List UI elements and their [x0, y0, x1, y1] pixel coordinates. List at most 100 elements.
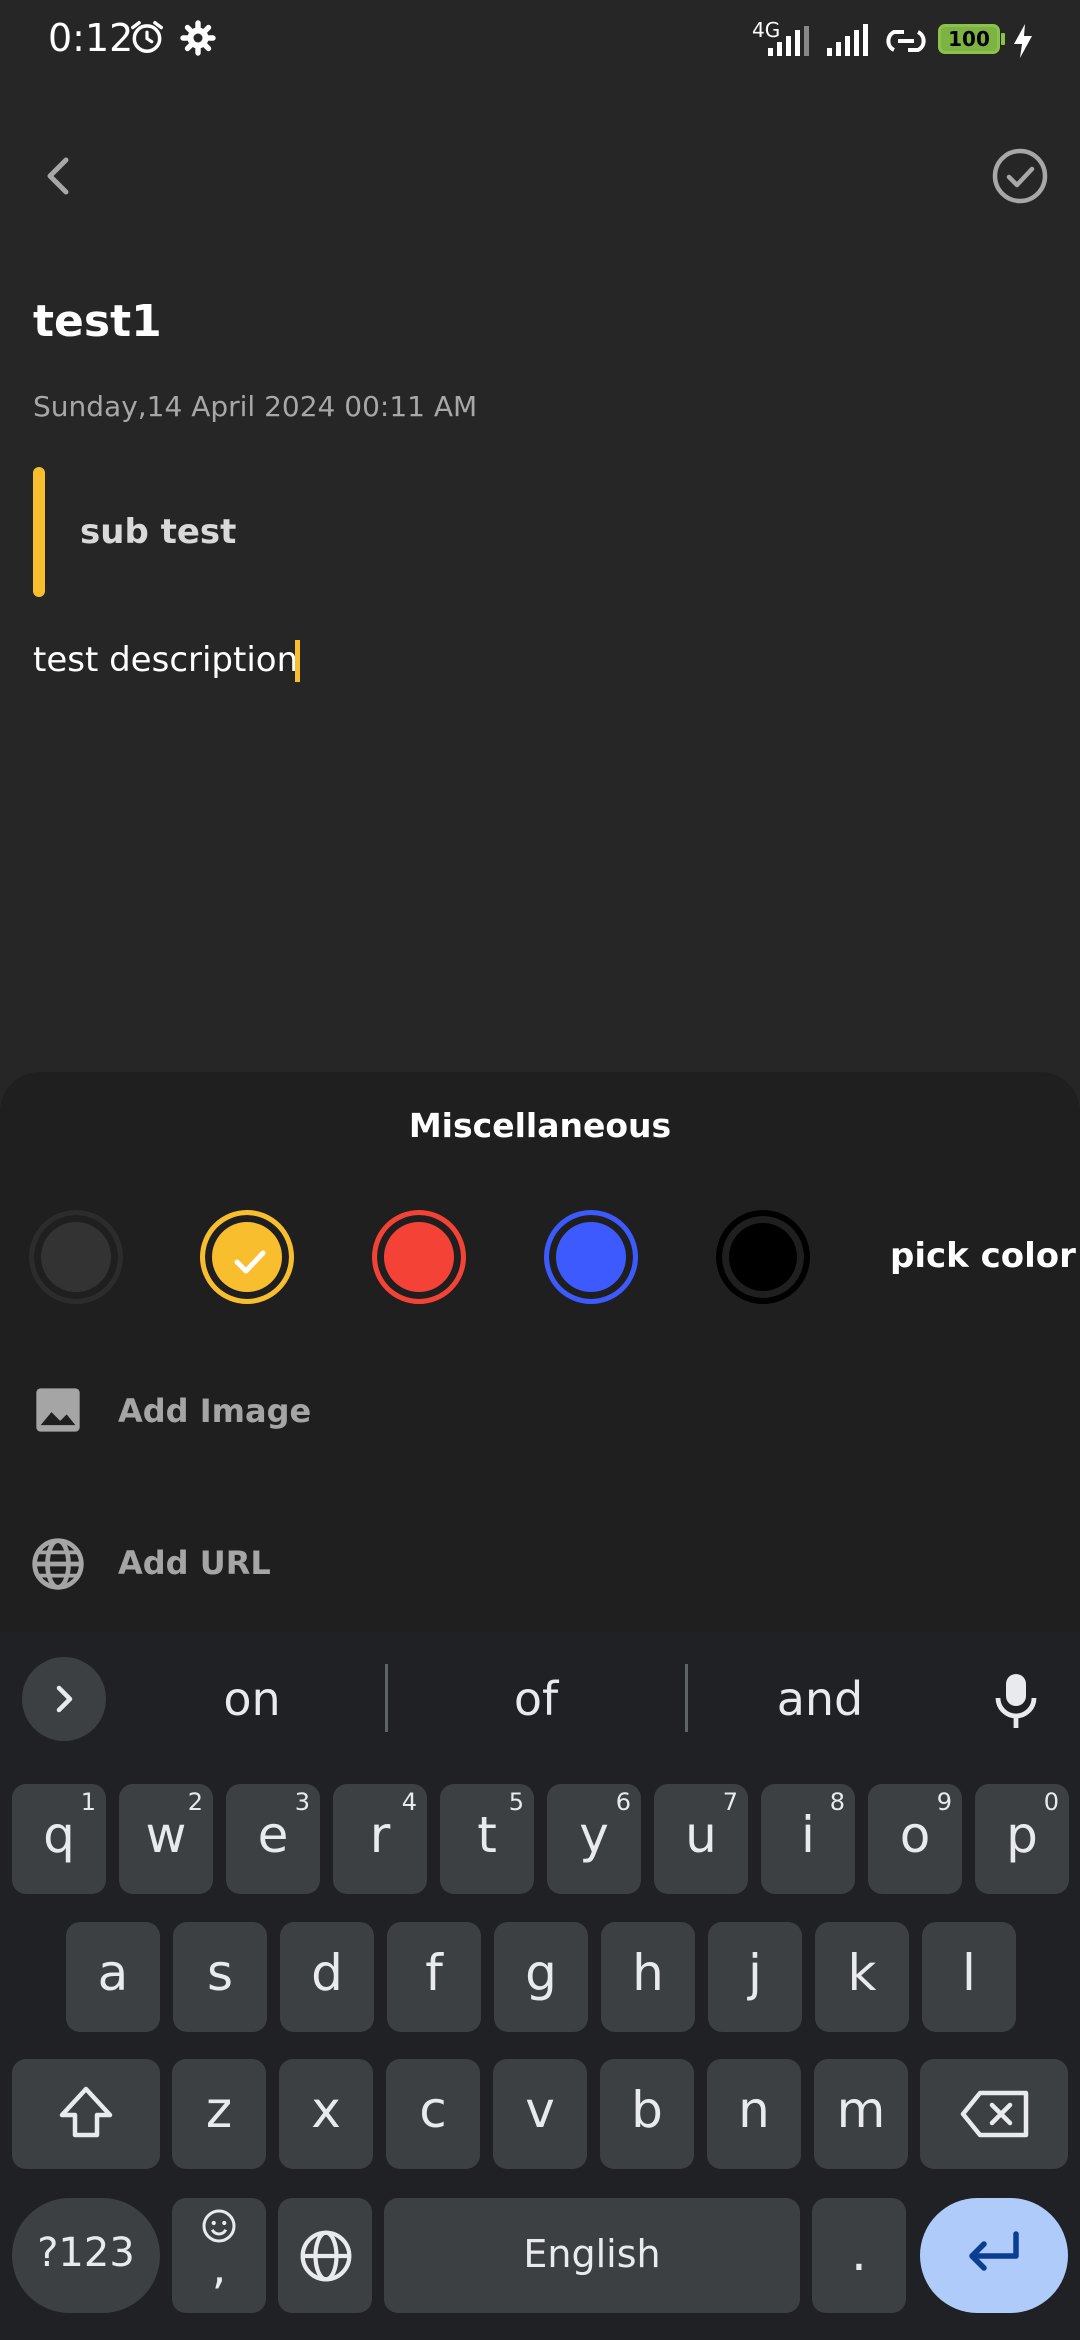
- symbols-key[interactable]: ?123: [12, 2198, 160, 2313]
- suggestion-2[interactable]: of: [436, 1672, 636, 1726]
- globe-url-icon: [32, 1538, 84, 1590]
- pick-color-button[interactable]: pick color: [890, 1236, 1076, 1276]
- key-i[interactable]: i8: [761, 1784, 855, 1894]
- suggestion-divider: [385, 1664, 388, 1732]
- key-label: d: [311, 1944, 343, 2002]
- key-a[interactable]: a: [66, 1922, 160, 2032]
- key-label: k: [847, 1944, 877, 2002]
- key-g[interactable]: g: [494, 1922, 588, 2032]
- space-key-label: English: [523, 2232, 661, 2276]
- key-label: h: [632, 1944, 664, 2002]
- comma-label: ,: [211, 2240, 227, 2294]
- sheet-title[interactable]: Miscellaneous: [0, 1106, 1080, 1145]
- period-label: .: [851, 2224, 867, 2282]
- key-label: x: [311, 2081, 341, 2139]
- backspace-key[interactable]: [920, 2059, 1068, 2169]
- battery-icon: 100: [938, 24, 1000, 54]
- key-label: z: [205, 2081, 233, 2139]
- key-number-hint: 5: [508, 1788, 524, 1816]
- space-key[interactable]: English: [384, 2198, 800, 2313]
- period-key[interactable]: .: [812, 2198, 906, 2313]
- key-label: l: [962, 1944, 976, 2002]
- key-number-hint: 1: [80, 1788, 96, 1816]
- key-w[interactable]: w2: [119, 1784, 213, 1894]
- color-swatch-black[interactable]: [716, 1210, 810, 1304]
- signal-icon: [827, 24, 868, 56]
- key-label: f: [425, 1944, 443, 2002]
- shift-arrow-icon: [59, 2086, 113, 2138]
- key-x[interactable]: x: [279, 2059, 373, 2169]
- key-label: n: [738, 2081, 770, 2139]
- color-swatch-yellow[interactable]: [200, 1210, 294, 1304]
- key-number-hint: 6: [615, 1788, 631, 1816]
- color-swatch-blue[interactable]: [544, 1210, 638, 1304]
- key-d[interactable]: d: [280, 1922, 374, 2032]
- key-label: v: [525, 2081, 555, 2139]
- key-o[interactable]: o9: [868, 1784, 962, 1894]
- key-c[interactable]: c: [386, 2059, 480, 2169]
- key-number-hint: 9: [936, 1788, 952, 1816]
- shift-key[interactable]: [12, 2059, 160, 2169]
- key-t[interactable]: t5: [440, 1784, 534, 1894]
- key-number-hint: 7: [722, 1788, 738, 1816]
- expand-toolbar-button[interactable]: [22, 1657, 106, 1741]
- text-cursor: [295, 640, 300, 682]
- key-number-hint: 3: [294, 1788, 310, 1816]
- key-q[interactable]: q1: [12, 1784, 106, 1894]
- suggestion-3[interactable]: and: [720, 1672, 920, 1726]
- key-number-hint: 0: [1043, 1788, 1059, 1816]
- key-label: c: [419, 2081, 447, 2139]
- emoji-comma-key[interactable]: ,: [172, 2198, 266, 2313]
- charging-bolt-icon: [1014, 24, 1032, 58]
- key-z[interactable]: z: [172, 2059, 266, 2169]
- key-j[interactable]: j: [708, 1922, 802, 2032]
- key-s[interactable]: s: [173, 1922, 267, 2032]
- selected-check-icon: [234, 1250, 266, 1274]
- backspace-icon: [960, 2090, 1029, 2138]
- add-url-button[interactable]: Add URL: [118, 1544, 271, 1582]
- hotspot-link-icon: [886, 30, 926, 52]
- symbols-key-label: ?123: [37, 2230, 135, 2276]
- key-number-hint: 4: [401, 1788, 417, 1816]
- color-swatch-red[interactable]: [372, 1210, 466, 1304]
- globe-icon: [300, 2230, 352, 2282]
- battery-level: 100: [948, 27, 990, 51]
- key-e[interactable]: e3: [226, 1784, 320, 1894]
- key-h[interactable]: h: [601, 1922, 695, 2032]
- key-l[interactable]: l: [922, 1922, 1016, 2032]
- key-u[interactable]: u7: [654, 1784, 748, 1894]
- key-m[interactable]: m: [814, 2059, 908, 2169]
- key-n[interactable]: n: [707, 2059, 801, 2169]
- alarm-icon: [131, 21, 163, 53]
- save-check-icon[interactable]: [990, 146, 1050, 206]
- note-subtitle-input[interactable]: sub test: [80, 512, 236, 552]
- key-label: s: [206, 1944, 234, 2002]
- key-label: j: [748, 1944, 762, 2002]
- note-title-input[interactable]: test1: [33, 296, 162, 347]
- enter-arrow-icon: [969, 2231, 1019, 2271]
- suggestion-1[interactable]: on: [152, 1672, 352, 1726]
- back-arrow-icon[interactable]: [34, 146, 84, 206]
- add-image-button[interactable]: Add Image: [118, 1392, 311, 1430]
- key-label: g: [525, 1944, 557, 2002]
- suggestion-divider: [685, 1664, 688, 1732]
- key-number-hint: 8: [829, 1788, 845, 1816]
- note-description-input[interactable]: test description: [33, 640, 298, 680]
- note-date: Sunday,14 April 2024 00:11 AM: [33, 390, 478, 423]
- key-v[interactable]: v: [493, 2059, 587, 2169]
- settings-gear-icon: [180, 20, 216, 56]
- key-p[interactable]: p0: [975, 1784, 1069, 1894]
- color-swatch-gray[interactable]: [29, 1210, 123, 1304]
- key-b[interactable]: b: [600, 2059, 694, 2169]
- key-y[interactable]: y6: [547, 1784, 641, 1894]
- key-r[interactable]: r4: [333, 1784, 427, 1894]
- image-icon: [36, 1388, 80, 1432]
- microphone-icon[interactable]: [992, 1670, 1040, 1730]
- key-k[interactable]: k: [815, 1922, 909, 2032]
- enter-key[interactable]: [920, 2198, 1068, 2313]
- key-label: a: [97, 1944, 129, 2002]
- battery-tip: [1001, 33, 1005, 45]
- chevron-right-icon: [56, 1685, 73, 1713]
- key-f[interactable]: f: [387, 1922, 481, 2032]
- language-key[interactable]: [278, 2198, 372, 2313]
